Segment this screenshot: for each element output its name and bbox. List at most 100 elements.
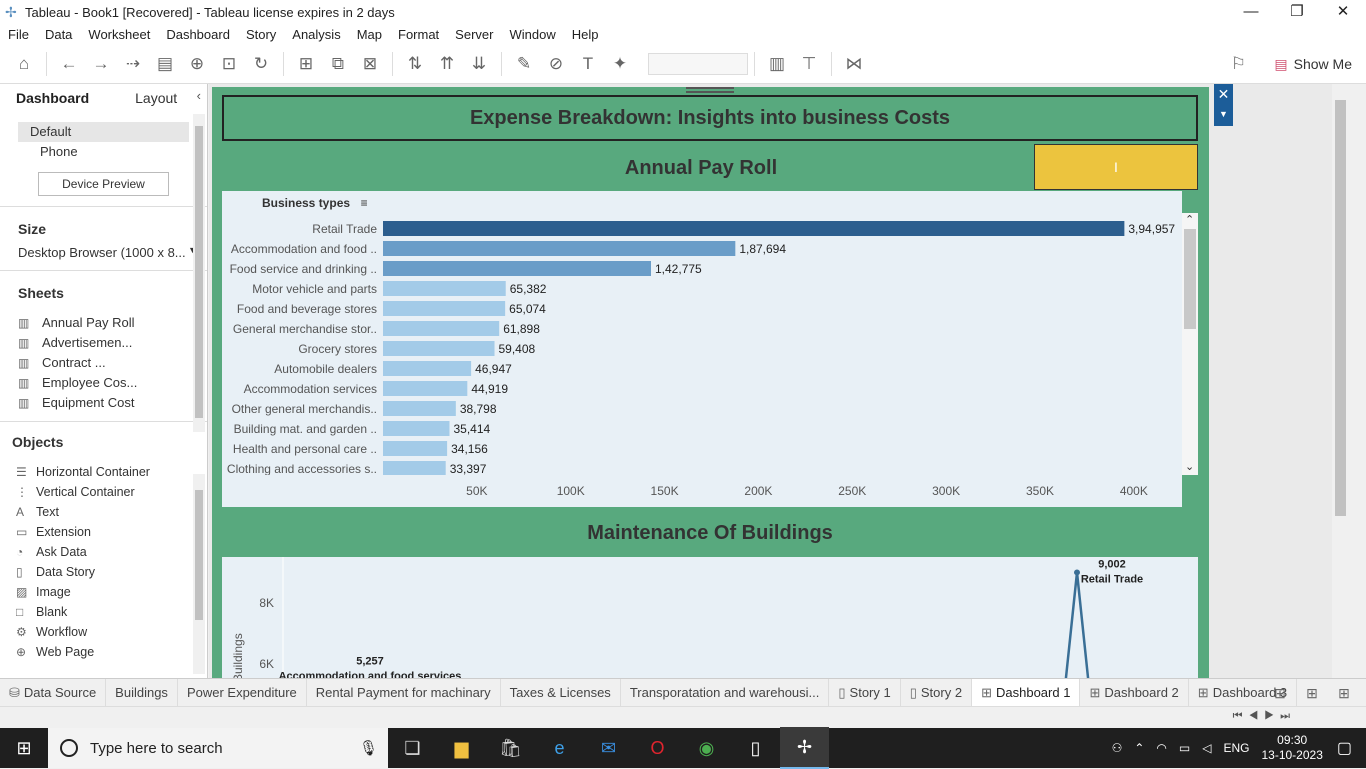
yellow-text-box[interactable]: I [1034,144,1198,190]
sheet-tab[interactable]: ⊞ Dashboard 2 [1080,678,1189,707]
sort-descending-icon[interactable]: ⇊ [463,44,495,84]
clock[interactable]: 09:30 13-10-2023 [1261,733,1322,763]
people-icon[interactable]: ⚇ [1112,741,1123,755]
size-dropdown[interactable]: Desktop Browser (1000 x 8... ▼ [0,245,207,260]
minimize-icon[interactable]: — [1228,0,1274,24]
chart-scroll-thumb[interactable] [1184,229,1196,329]
notifications-icon[interactable]: ▢ [1337,738,1352,758]
presentation-mode-icon[interactable]: ⊤ [793,44,825,84]
remove-icon[interactable]: ✕ [1214,84,1233,104]
object-data-story[interactable]: ▯ Data Story [0,562,207,582]
task-view-icon[interactable]: ❏ [388,728,437,768]
sheet-item[interactable]: ▥ Employee Cos... [0,373,207,393]
new-datasource-icon[interactable]: ⊕ [181,44,213,84]
menu-file[interactable]: File [8,27,29,42]
tableau-taskbar-icon[interactable]: ✢ [780,727,829,769]
pin-icon[interactable]: ✦ [604,44,636,84]
windows-start-icon[interactable]: ⊞ [0,738,48,759]
menu-dashboard[interactable]: Dashboard [166,27,230,42]
menu-window[interactable]: Window [509,27,555,42]
clear-sheet-icon[interactable]: ⊠ [354,44,386,84]
sheet-tab[interactable]: Taxes & Licenses [501,678,621,707]
device-default[interactable]: Default [18,122,189,142]
new-dashboard-tab-icon[interactable]: ⊞ [1296,679,1328,707]
payroll-chart[interactable]: Business types ≡ Retail Trade 3,94,957 Accom… [222,191,1198,507]
file-explorer-icon[interactable]: ▆ [437,728,486,768]
duplicate-sheet-icon[interactable]: ⧉ [322,44,354,84]
menu-story[interactable]: Story [246,27,276,42]
sheet-item[interactable]: ▥ Contract ... [0,353,207,373]
undo-icon[interactable]: ← [53,44,85,84]
microphone-icon[interactable]: 🎙 [359,739,378,757]
show-me-button[interactable]: ▤ Show Me [1274,44,1352,84]
highlight-icon[interactable]: ✎ [508,44,540,84]
object-horizontal-container[interactable]: ☰ Horizontal Container [0,462,207,482]
battery-icon[interactable]: ▭ [1179,741,1190,755]
object-blank[interactable]: □ Blank [0,602,207,622]
sheet-item[interactable]: ▥ Equipment Cost [0,393,207,411]
canvas-scrollbar[interactable] [1332,84,1349,678]
tab-layout-pane[interactable]: Layout [119,84,193,112]
restore-icon[interactable]: ❐ [1274,0,1320,24]
menu-data[interactable]: Data [45,27,72,42]
opera-icon[interactable]: O [633,728,682,768]
share-icon[interactable]: ⋈ [838,44,870,84]
scroll-down-icon[interactable]: ⌄ [1185,460,1194,473]
sheet-tab[interactable]: Transporatation and warehousi... [621,678,830,707]
chrome-icon[interactable]: ◉ [682,728,731,768]
redo-icon[interactable]: → [85,44,117,84]
save-icon[interactable]: ▤ [149,44,181,84]
object-workflow[interactable]: ⚙ Workflow [0,622,207,642]
drag-handle[interactable] [686,87,734,93]
menu-help[interactable]: Help [572,27,599,42]
pause-updates-icon[interactable]: ⊡ [213,44,245,84]
sheet-tab[interactable]: ▯ Story 1 [829,678,901,707]
edge-icon[interactable]: e [535,728,584,768]
menu-map[interactable]: Map [357,27,382,42]
replace-data-icon[interactable]: ⇢ [117,44,149,84]
sheet-item[interactable]: ▥ Annual Pay Roll [0,313,207,333]
objects-scrollbar[interactable] [193,474,205,674]
paint-roller-icon[interactable]: ⚐ [1231,44,1246,84]
device-phone[interactable]: Phone [0,142,207,162]
scroll-thumb[interactable] [1335,100,1346,516]
home-icon[interactable]: ⌂ [8,44,40,84]
object-extension[interactable]: ▭ Extension [0,522,207,542]
mail-icon[interactable]: ✉ [584,728,633,768]
dashboard-scrollbar[interactable] [193,114,205,432]
fix-axes-icon[interactable]: ▥ [761,44,793,84]
show-hidden-icon[interactable]: ⌃ [1134,741,1144,755]
refresh-icon[interactable]: ↻ [245,44,277,84]
labels-icon[interactable]: T [572,44,604,84]
swap-icon[interactable]: ⇅ [399,44,431,84]
language-indicator[interactable]: ENG [1223,741,1249,755]
new-worksheet-tab-icon[interactable]: ⊞ [1264,679,1296,707]
network-icon[interactable]: ◠ [1156,741,1166,755]
group-icon[interactable]: ⊘ [540,44,572,84]
tab-dashboard-pane[interactable]: Dashboard [0,84,105,112]
sheet-tab[interactable]: ⊞ Dashboard 1 [972,678,1081,707]
sheet-item[interactable]: ▥ Advertisemen... [0,333,207,353]
volume-icon[interactable]: ◁ [1202,741,1211,755]
store-icon[interactable]: 🛍 [486,728,535,768]
close-icon[interactable]: ✕ [1320,0,1366,24]
tab-navigation-icon[interactable]: ⏮◀▶⏭ [1233,710,1296,723]
sheet-tab[interactable]: Rental Payment for machinary [307,678,501,707]
fit-dropdown[interactable] [648,52,748,75]
object-vertical-container[interactable]: ⋮ Vertical Container [0,482,207,502]
collapse-icon[interactable]: ‹ [197,88,201,103]
maintenance-chart[interactable]: 8K 6K Buildings 9,002 Retail Trade 5,257 Accom… [222,557,1198,678]
device-preview-button[interactable]: Device Preview [38,172,169,196]
more-options-icon[interactable]: ▼ [1214,104,1233,124]
object-text[interactable]: A Text [0,502,207,522]
chart-scrollbar[interactable]: ⌃ ⌄ [1182,213,1198,475]
menu-analysis[interactable]: Analysis [292,27,340,42]
new-worksheet-icon[interactable]: ⊞ [290,44,322,84]
sheet-tab[interactable]: ⛁ Data Source [0,678,107,707]
menu-server[interactable]: Server [455,27,493,42]
sheet-tab[interactable]: Buildings [106,678,178,707]
sheet-tab[interactable]: Power Expenditure [178,678,307,707]
notepad-icon[interactable]: ▯ [731,728,780,768]
sort-ascending-icon[interactable]: ⇈ [431,44,463,84]
menu-worksheet[interactable]: Worksheet [88,27,150,42]
